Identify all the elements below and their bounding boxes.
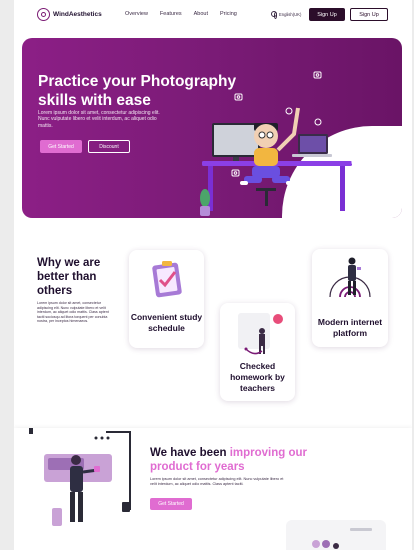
feature-label-platform: Modern internet platform (317, 317, 383, 338)
nav-link-overview[interactable]: Overview (125, 11, 148, 17)
nav-link-pricing[interactable]: Pricing (220, 11, 237, 17)
logo-icon (37, 8, 50, 21)
feature-label-schedule: Convenient study schedule (130, 312, 203, 333)
hero-discount-button[interactable]: Discount (88, 140, 130, 153)
improve-get-started-button[interactable]: Get Started (150, 498, 192, 510)
nav-link-about[interactable]: About (194, 11, 208, 17)
language-label: English(UK) (279, 11, 302, 17)
why-title: Why we are better than others (37, 257, 101, 297)
feature-label-homework: Checked homework by teachers (230, 361, 285, 393)
teacher-board-icon (238, 313, 283, 355)
why-description: Lorem ipsum dolor sit amet, consectetur … (37, 301, 109, 324)
signup-button-primary[interactable]: Sign Up (309, 8, 345, 21)
hero-title: Practice your Photography skills with ea… (38, 73, 237, 109)
nav-links: Overview Features About Pricing (125, 11, 237, 17)
signup-button-secondary[interactable]: Sign Up (350, 8, 388, 21)
improve-title: We have been improving our product for y… (150, 446, 340, 474)
hero-banner: Practice your Photography skills with ea… (22, 38, 402, 218)
presenter-illustration (29, 428, 131, 526)
hero-description: Lorem ipsum dolor sit amet, consectetur … (38, 110, 160, 129)
feature-card-platform[interactable]: Modern internet platform (312, 249, 388, 347)
feature-card-schedule[interactable]: Convenient study schedule (129, 250, 204, 348)
landing-page: WindAesthetics Overview Features About P… (14, 0, 412, 550)
top-nav: WindAesthetics Overview Features About P… (14, 0, 412, 30)
brand-name: WindAesthetics (53, 11, 102, 18)
device-mockup-illustration (286, 520, 386, 550)
nav-link-features[interactable]: Features (160, 11, 182, 17)
clipboard-icon (152, 261, 182, 298)
language-selector[interactable]: English(UK) (271, 11, 302, 19)
platform-icon (329, 257, 371, 298)
globe-icon (271, 11, 277, 19)
improve-title-prefix: We have been (150, 447, 227, 459)
hero-get-started-button[interactable]: Get Started (40, 140, 82, 153)
improve-description: Lorem ipsum dolor sit amet, consectetur … (150, 477, 284, 486)
brand-logo[interactable]: WindAesthetics (37, 8, 102, 21)
feature-card-homework[interactable]: Checked homework by teachers (220, 303, 295, 401)
